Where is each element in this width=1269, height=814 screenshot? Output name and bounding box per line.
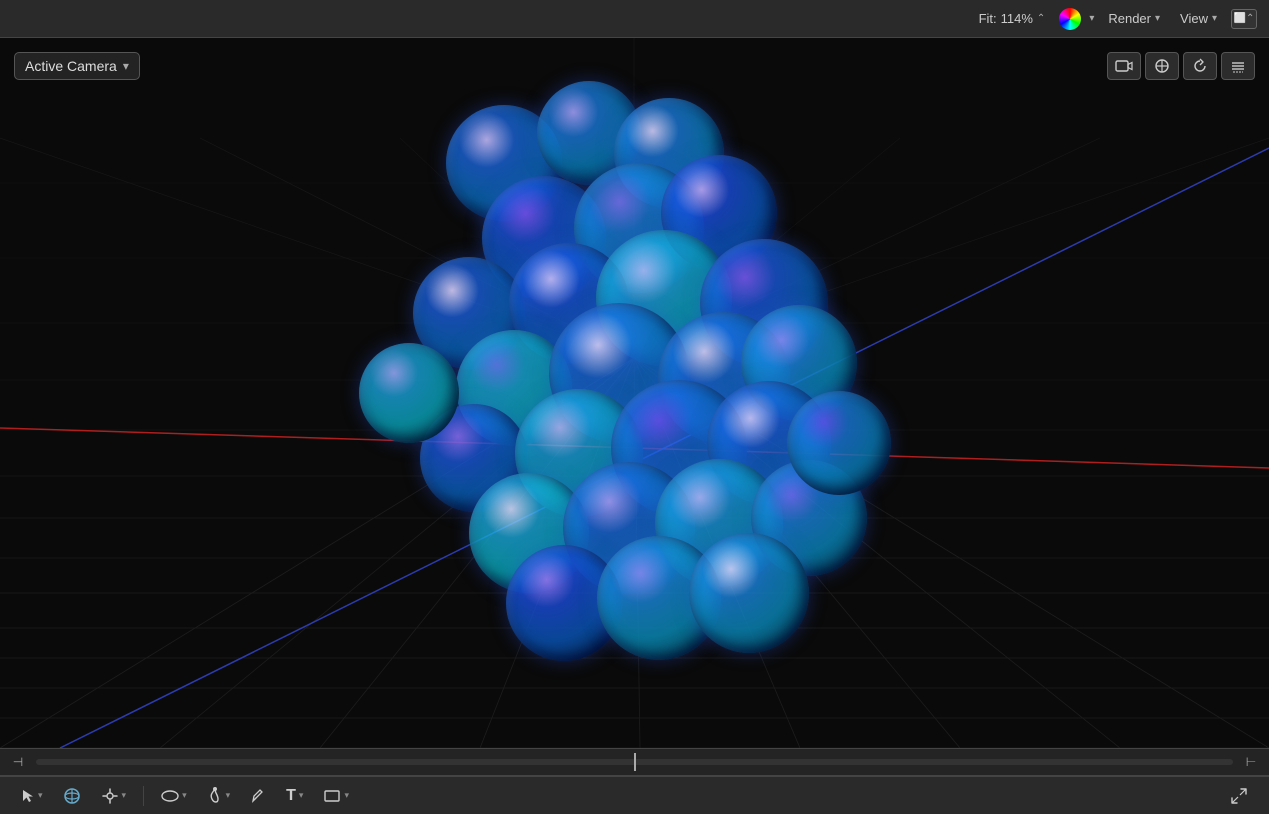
camera-label[interactable]: Active Camera ▾ [14, 52, 140, 80]
bottom-toolbar: ▾ ▾ ▾ ▾ [0, 776, 1269, 814]
camera-chevron: ▾ [123, 59, 129, 73]
camera-view-btn[interactable] [1107, 52, 1141, 80]
render-menu[interactable]: Render ▾ [1102, 8, 1166, 29]
fit-value: 114% [1001, 11, 1033, 26]
color-picker[interactable] [1059, 8, 1081, 30]
bubble [787, 391, 891, 495]
display-options-btn[interactable] [1221, 52, 1255, 80]
timeline-playhead [634, 753, 636, 771]
bubble-cluster [349, 103, 869, 683]
shape-tool-btn[interactable]: ▾ [154, 785, 194, 807]
top-toolbar: Fit: 114% ⌃ ▾ Render ▾ View ▾ ⬜ ⌃ [0, 0, 1269, 38]
camera-name: Active Camera [25, 58, 117, 74]
transform-btn[interactable] [1145, 52, 1179, 80]
window-mode-btn[interactable]: ⬜ ⌃ [1231, 9, 1257, 29]
color-chevron: ▾ [1089, 13, 1094, 24]
text-tool-btn[interactable]: T ▾ [279, 783, 310, 809]
rect-tool-btn[interactable]: ▾ [316, 785, 356, 807]
timeline-end-btn[interactable]: ⊢ [1241, 752, 1261, 772]
divider-1 [143, 786, 144, 806]
reset-btn[interactable] [1183, 52, 1217, 80]
bubble [359, 343, 459, 443]
timeline-bar: ⊣ ⊢ [0, 748, 1269, 776]
timeline-track[interactable] [36, 759, 1233, 765]
viewport-controls [1107, 52, 1255, 80]
fit-label: Fit: [979, 11, 997, 26]
view-menu[interactable]: View ▾ [1174, 8, 1223, 29]
bubble [689, 533, 809, 653]
pan-tool-btn[interactable]: ▾ [94, 783, 134, 809]
orbit-tool-btn[interactable] [56, 783, 88, 809]
paint-tool-btn[interactable]: ▾ [200, 783, 238, 809]
timeline-start-btn[interactable]: ⊣ [8, 752, 28, 772]
fit-control[interactable]: Fit: 114% ⌃ [973, 8, 1052, 29]
pen-tool-btn[interactable] [243, 784, 273, 808]
select-tool-btn[interactable]: ▾ [14, 784, 50, 808]
viewport[interactable]: Active Camera ▾ [0, 38, 1269, 748]
fit-chevron: ⌃ [1037, 13, 1045, 24]
expand-btn[interactable] [1223, 783, 1255, 809]
